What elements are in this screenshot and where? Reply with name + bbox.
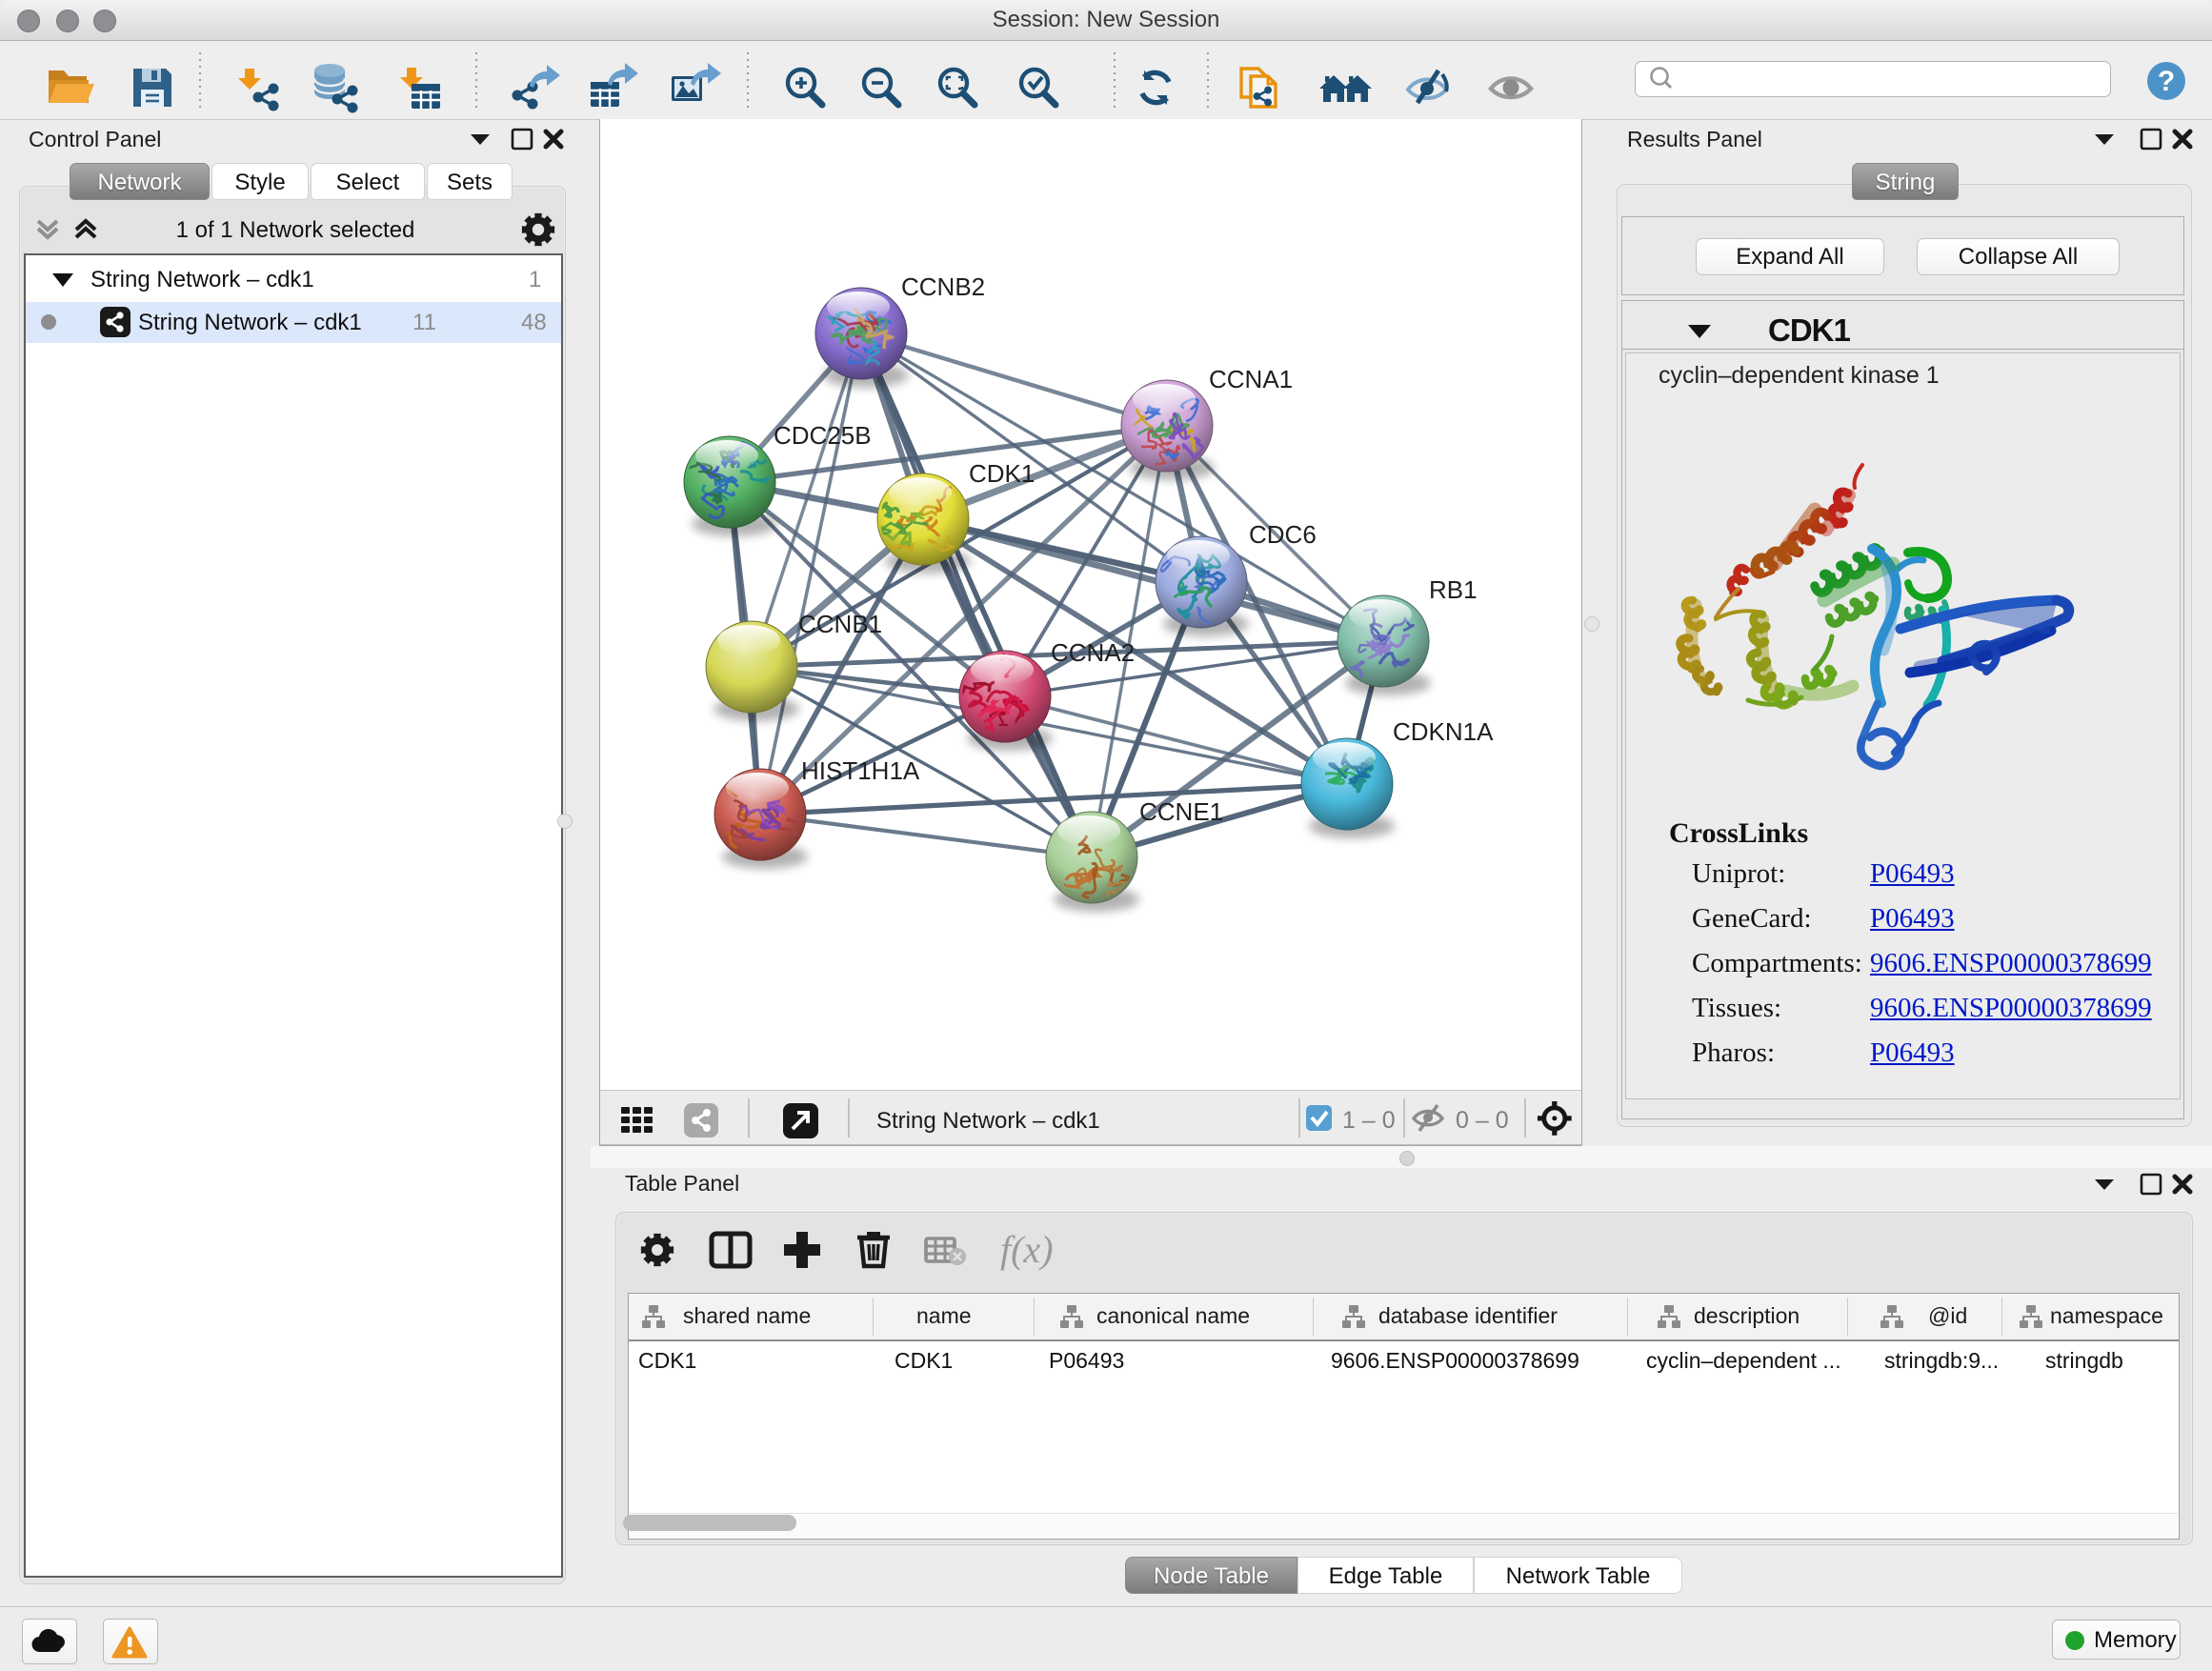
svg-text:CDC25B: CDC25B (774, 421, 872, 450)
svg-text:CCNA2: CCNA2 (1051, 638, 1135, 667)
svg-text:0 – 0: 0 – 0 (1456, 1107, 1509, 1134)
svg-text:String Network – cdk1: String Network – cdk1 (876, 1108, 1100, 1134)
svg-text:CCNE1: CCNE1 (1139, 797, 1223, 826)
svg-text:?: ? (2158, 66, 2175, 97)
svg-text:CDKN1A: CDKN1A (1393, 717, 1494, 746)
svg-text:f(x): f(x) (1000, 1228, 1054, 1271)
svg-text:CDC6: CDC6 (1249, 520, 1317, 549)
svg-text:RB1: RB1 (1429, 575, 1478, 604)
svg-text:CCNA1: CCNA1 (1209, 365, 1293, 393)
svg-text:HIST1H1A: HIST1H1A (801, 756, 920, 785)
svg-text:1 – 0: 1 – 0 (1342, 1107, 1396, 1134)
svg-text:CCNB2: CCNB2 (901, 272, 985, 301)
svg-text:CDK1: CDK1 (969, 459, 1035, 488)
svg-text:CCNB1: CCNB1 (798, 610, 882, 638)
